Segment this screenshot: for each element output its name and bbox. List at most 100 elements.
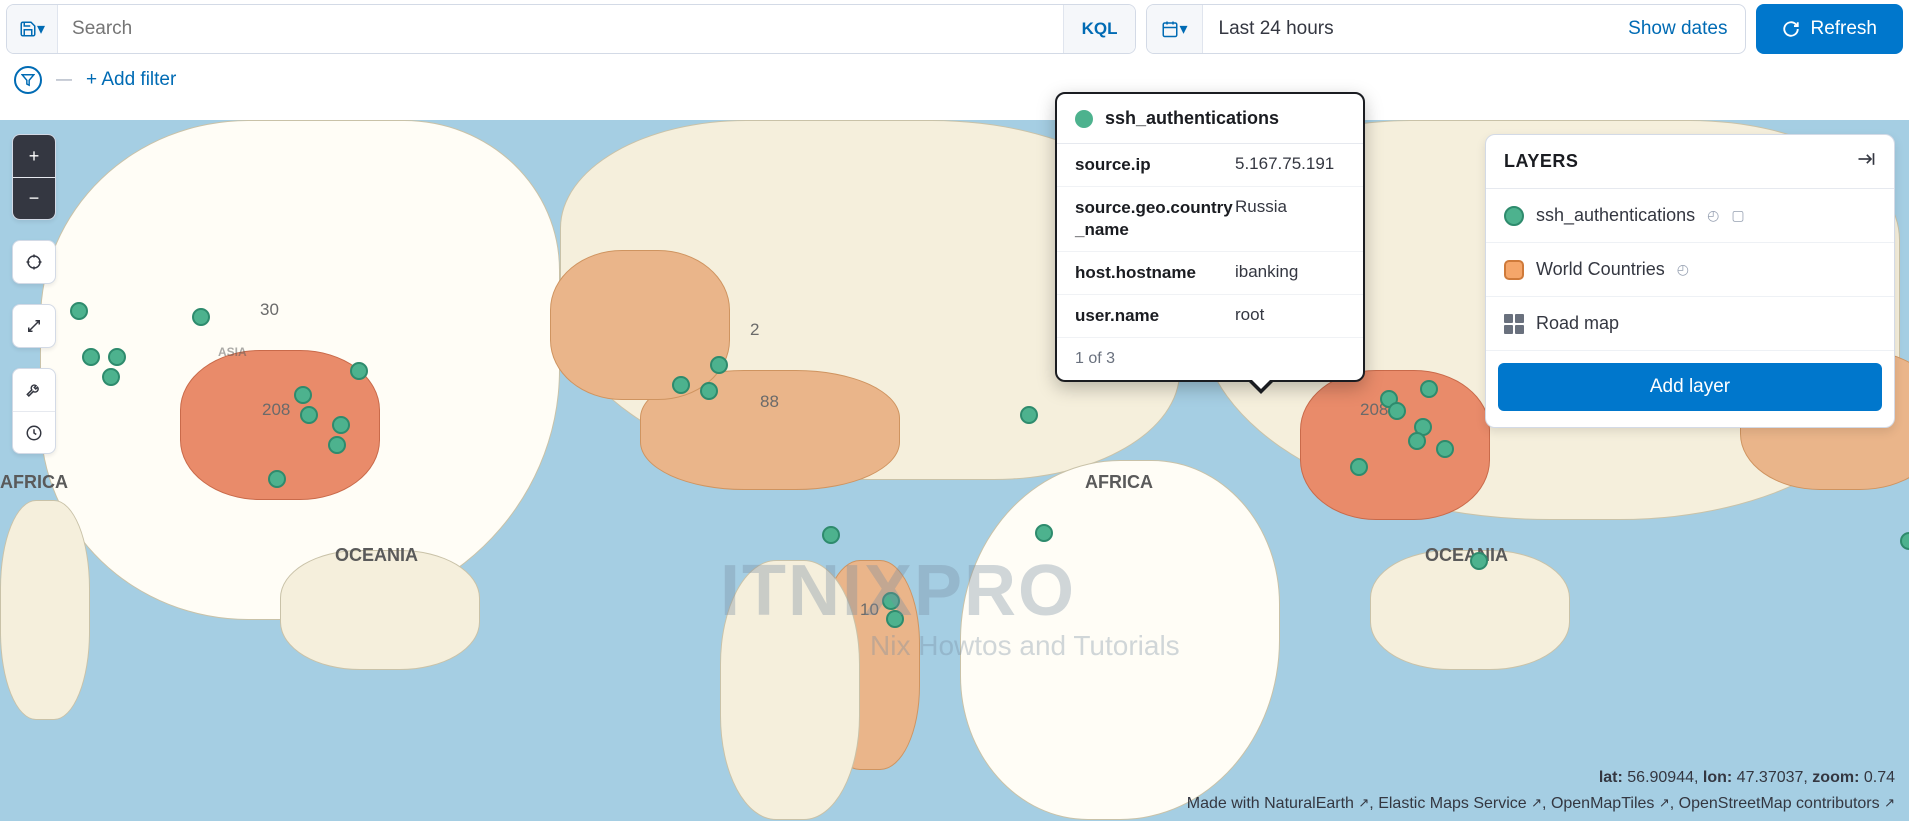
label-africa-right: AFRICA	[1085, 472, 1153, 493]
chevron-down-icon: ▾	[37, 19, 45, 39]
layers-panel: LAYERS ssh_authentications ◴ ▢ World Cou…	[1485, 134, 1895, 428]
data-point[interactable]	[886, 610, 904, 628]
data-point[interactable]	[822, 526, 840, 544]
fit-to-data-button[interactable]	[13, 241, 55, 283]
data-point[interactable]	[1388, 402, 1406, 420]
search-container: ▾ KQL	[6, 4, 1136, 54]
tooltip-value: root	[1235, 305, 1264, 327]
layer-label: Road map	[1536, 313, 1619, 334]
refresh-label: Refresh	[1810, 18, 1877, 40]
search-input[interactable]	[58, 18, 1063, 40]
attribution-link[interactable]: OpenMapTiles ↗	[1551, 795, 1670, 812]
data-point[interactable]	[1436, 440, 1454, 458]
layers-panel-title: LAYERS	[1504, 151, 1578, 172]
label-oceania-right: OCEANIA	[1425, 545, 1508, 566]
add-filter-button[interactable]: + Add filter	[86, 69, 176, 91]
layer-swatch-icon	[1504, 260, 1524, 280]
expand-tool-button[interactable]	[13, 305, 55, 347]
attribution-link[interactable]: NaturalEarth ↗	[1264, 795, 1369, 812]
refresh-icon	[1782, 20, 1800, 38]
refresh-button[interactable]: Refresh	[1756, 4, 1903, 54]
label-oceania-left: OCEANIA	[335, 545, 418, 566]
tooltip-value: 5.167.75.191	[1235, 154, 1334, 176]
saved-query-button[interactable]: ▾	[7, 5, 58, 53]
grid-icon	[1504, 314, 1524, 334]
data-point[interactable]	[1470, 552, 1488, 570]
data-point[interactable]	[332, 416, 350, 434]
layer-label: ssh_authentications	[1536, 205, 1695, 226]
tooltip-layer-name: ssh_authentications	[1105, 108, 1279, 129]
tooltip-key: source.ip	[1075, 154, 1235, 176]
data-point[interactable]	[1420, 380, 1438, 398]
data-point[interactable]	[192, 308, 210, 326]
clock-arrow-icon	[25, 424, 43, 442]
data-point[interactable]	[1020, 406, 1038, 424]
tooltip-value: Russia	[1235, 197, 1287, 241]
data-point[interactable]	[672, 376, 690, 394]
data-point[interactable]	[102, 368, 120, 386]
data-point[interactable]	[328, 436, 346, 454]
layer-item-ssh[interactable]: ssh_authentications ◴ ▢	[1486, 189, 1894, 243]
collapse-icon	[1856, 149, 1876, 169]
save-icon	[19, 20, 37, 38]
collapse-panel-button[interactable]	[1856, 149, 1876, 174]
filter-separator: —	[56, 71, 72, 89]
tooltip-key: user.name	[1075, 305, 1235, 327]
count-china-left: 208	[262, 400, 290, 420]
timeslider-button[interactable]	[13, 411, 55, 453]
clock-icon: ◴	[1677, 261, 1689, 278]
layer-item-countries[interactable]: World Countries ◴	[1486, 243, 1894, 297]
data-point[interactable]	[700, 382, 718, 400]
data-point[interactable]	[268, 470, 286, 488]
data-point[interactable]	[710, 356, 728, 374]
count-canada: 2	[750, 320, 759, 340]
crosshair-icon	[25, 253, 43, 271]
filter-options-icon[interactable]	[14, 66, 42, 94]
kql-toggle[interactable]: KQL	[1063, 5, 1136, 53]
tooltip-value: ibanking	[1235, 262, 1298, 284]
layer-label: World Countries	[1536, 259, 1665, 280]
label-asia-left: ASIA	[218, 345, 247, 359]
data-point[interactable]	[1408, 432, 1426, 450]
data-point[interactable]	[70, 302, 88, 320]
data-point[interactable]	[294, 386, 312, 404]
map-attribution: Made with NaturalEarth ↗, Elastic Maps S…	[1187, 795, 1895, 813]
zoom-out-button[interactable]: −	[13, 177, 55, 219]
filter-bar: — + Add filter	[0, 62, 1909, 108]
data-point[interactable]	[82, 348, 100, 366]
data-point[interactable]	[300, 406, 318, 424]
top-bar: ▾ KQL ▾ Last 24 hours Show dates Refresh	[0, 0, 1909, 62]
attribution-link[interactable]: OpenStreetMap contributors ↗	[1679, 795, 1895, 812]
tooltip-pagination: 1 of 3	[1057, 338, 1363, 380]
data-point[interactable]	[1035, 524, 1053, 542]
layer-item-roadmap[interactable]: Road map	[1486, 297, 1894, 351]
coordinates-readout: lat: 56.90944, lon: 47.37037, zoom: 0.74	[1599, 769, 1895, 787]
layer-swatch-icon	[1075, 110, 1093, 128]
data-point[interactable]	[350, 362, 368, 380]
data-point[interactable]	[1900, 532, 1909, 550]
box-icon: ▢	[1731, 207, 1744, 224]
chevron-down-icon: ▾	[1179, 19, 1187, 39]
add-layer-button[interactable]: Add layer	[1498, 363, 1882, 411]
tooltip-key: source.geo.country_name	[1075, 197, 1235, 241]
zoom-in-button[interactable]: +	[13, 135, 55, 177]
count-russia: 30	[260, 300, 279, 320]
map-toolbar: + −	[12, 134, 56, 454]
clock-icon: ◴	[1707, 207, 1719, 224]
layer-swatch-icon	[1504, 206, 1524, 226]
label-africa-left: AFRICA	[0, 472, 68, 493]
show-dates-link[interactable]: Show dates	[1610, 18, 1745, 40]
feature-tooltip: ssh_authentications source.ip5.167.75.19…	[1055, 92, 1365, 382]
wrench-icon	[25, 381, 43, 399]
time-quick-select[interactable]: ▾	[1147, 5, 1202, 53]
time-range-value[interactable]: Last 24 hours	[1203, 18, 1611, 40]
data-point[interactable]	[108, 348, 126, 366]
tooltip-key: host.hostname	[1075, 262, 1235, 284]
attribution-link[interactable]: Elastic Maps Service ↗	[1378, 795, 1542, 812]
expand-icon	[25, 317, 43, 335]
tools-button[interactable]	[13, 369, 55, 411]
data-point[interactable]	[882, 592, 900, 610]
time-picker: ▾ Last 24 hours Show dates	[1146, 4, 1746, 54]
count-argentina: 10	[860, 600, 879, 620]
data-point[interactable]	[1350, 458, 1368, 476]
